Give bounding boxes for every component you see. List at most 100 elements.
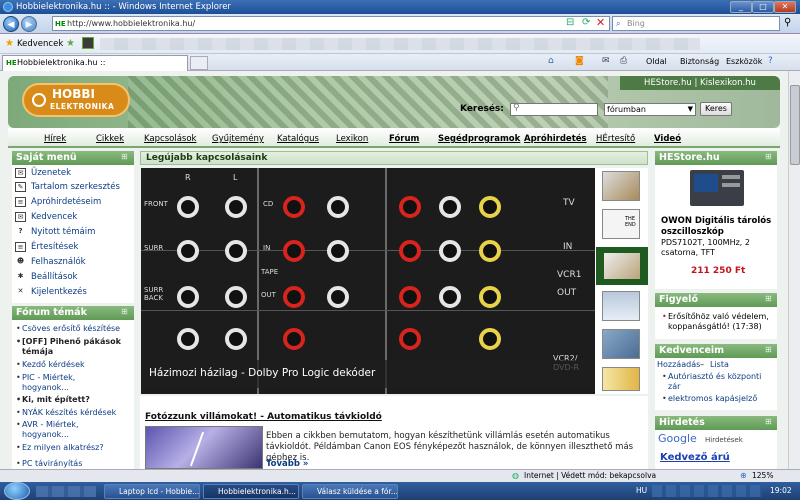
security-zone[interactable]: Internet | Védett mód: bekapcsolva: [524, 470, 656, 482]
favorites-link[interactable]: ✉ Kedvencek: [15, 210, 77, 224]
forum-topic-link[interactable]: Ez milyen alkatrész?: [16, 443, 142, 453]
box-expand-icon[interactable]: ⊞: [121, 152, 128, 161]
start-button[interactable]: [4, 482, 30, 500]
box-expand-icon[interactable]: ⊞: [765, 294, 772, 303]
forward-button[interactable]: ▶: [21, 16, 37, 32]
add-favorite-link[interactable]: Hozzáadás: [657, 360, 700, 369]
settings-link[interactable]: ✱ Beállítások: [15, 270, 77, 284]
article-image[interactable]: [145, 426, 263, 469]
logout-x-icon: ✕: [15, 287, 26, 297]
forum-topic-link[interactable]: Kezdő kérdések: [16, 360, 142, 370]
menu-lexikon[interactable]: Lexikon: [336, 134, 368, 144]
forum-topic-link[interactable]: AVR - Miértek, hogyanok...: [16, 420, 122, 440]
box-expand-icon[interactable]: ⊞: [121, 307, 128, 316]
site-search-input[interactable]: ⚲: [510, 103, 598, 116]
tab-active[interactable]: HE Hobbielektronika.hu ::: [2, 55, 188, 71]
site-logo[interactable]: HOBBI ELEKTRONIKA: [22, 83, 130, 117]
oscilloscope-product-image[interactable]: [690, 170, 744, 206]
forum-topic-link[interactable]: [OFF] Pihenő pákások témája: [16, 337, 142, 357]
new-tab-button[interactable]: [190, 56, 208, 70]
menu-kapcsolasok[interactable]: Kapcsolások: [144, 134, 196, 144]
forum-topic-link[interactable]: Ki, mit épített?: [16, 395, 142, 405]
thumbnail-1[interactable]: [602, 171, 640, 201]
slideshow-image[interactable]: R L FRONT SURR SURR BACK CD IN TAPE OUT …: [141, 168, 595, 394]
favorites-button[interactable]: Kedvencek: [17, 39, 63, 49]
maximize-button[interactable]: □: [752, 1, 774, 13]
forum-topic-link[interactable]: PC távirányítás: [16, 459, 142, 469]
menu-segedprogramok[interactable]: Segédprogramok: [438, 134, 520, 144]
favorites-list-link[interactable]: Lista: [710, 360, 729, 369]
favorites-star-icon[interactable]: ★: [5, 38, 14, 49]
ad-headline-link[interactable]: Kedvező árú: [660, 452, 730, 463]
open-topics-link[interactable]: ? Nyitott témáim: [15, 225, 95, 239]
tools-menu[interactable]: Eszközök: [726, 57, 762, 66]
close-button[interactable]: ✕: [774, 1, 796, 13]
stop-icon[interactable]: ✕: [596, 16, 605, 29]
thumbnail-5[interactable]: [602, 329, 640, 359]
favorite-item-link[interactable]: elektromos kapásjelző: [668, 394, 776, 403]
site-search-button[interactable]: Keres: [700, 102, 732, 116]
menu-hirek[interactable]: Hírek: [44, 134, 66, 144]
print-icon[interactable]: ⎙: [620, 56, 627, 66]
menu-aprohirdetes[interactable]: Apróhirdetés: [524, 134, 587, 144]
forum-topic-link[interactable]: Csöves erősítő készítése: [16, 324, 142, 334]
forum-topic-link[interactable]: NYÁK készítés kérdések: [16, 408, 142, 418]
scrollbar-thumb[interactable]: [790, 85, 800, 165]
panel-label: IN: [563, 242, 573, 252]
task-button-active[interactable]: Hobbielektronika.h...: [203, 484, 299, 499]
refresh-icon[interactable]: ⟳: [582, 17, 590, 28]
menu-video[interactable]: Videó: [654, 134, 681, 144]
box-expand-icon[interactable]: ⊞: [765, 345, 772, 354]
search-box[interactable]: ⌕ Bing: [612, 16, 780, 31]
messages-link[interactable]: ✉ Üzenetek: [15, 166, 71, 180]
menu-forum[interactable]: Fórum: [389, 134, 419, 144]
help-icon[interactable]: ?: [768, 56, 773, 66]
content-edit-link[interactable]: ✎ Tartalom szerkesztés: [15, 180, 120, 194]
forum-topic-link[interactable]: PIC - Miértek, hogyanok...: [16, 373, 122, 393]
hestore-link[interactable]: HEStore.hu: [644, 78, 692, 88]
latest-circuits-header: Legújabb kapcsolásaink: [140, 151, 648, 165]
home-icon[interactable]: ⌂: [548, 56, 554, 66]
search-go-icon[interactable]: ⚲: [784, 17, 791, 28]
vertical-scrollbar[interactable]: [788, 71, 800, 469]
add-favorite-icon[interactable]: ★: [66, 38, 75, 49]
slide-caption[interactable]: Házimozi házilag - Dolby Pro Logic dekód…: [149, 367, 375, 379]
thumbnail-active[interactable]: [596, 247, 648, 285]
mail-icon[interactable]: ✉: [602, 56, 610, 66]
article-more-link[interactable]: Tovább »: [266, 459, 308, 469]
my-ads-link[interactable]: ≡ Apróhirdetéseim: [15, 195, 101, 209]
favorite-item-link[interactable]: Autóriasztó és központi zár: [668, 372, 772, 392]
menu-hertesito[interactable]: HÉrtesítő: [596, 134, 635, 144]
kislexikon-link[interactable]: Kislexikon.hu: [700, 78, 756, 88]
thumbnail-2[interactable]: THE END: [602, 209, 640, 239]
box-expand-icon[interactable]: ⊞: [765, 417, 772, 426]
logout-link[interactable]: ✕ Kijelentkezés: [15, 285, 87, 299]
menu-katalogus[interactable]: Katalógus: [277, 134, 319, 144]
task-button[interactable]: Laptop lcd - Hobbie...: [104, 484, 200, 499]
search-scope-select[interactable]: fórumban ▼: [604, 103, 696, 116]
page-menu[interactable]: Oldal: [646, 57, 667, 66]
rss-icon[interactable]: ◙: [575, 56, 584, 66]
suggested-sites-icon[interactable]: [82, 37, 94, 49]
quick-launch[interactable]: [36, 486, 96, 497]
thumbnail-6[interactable]: [602, 367, 640, 391]
back-button[interactable]: ◀: [3, 16, 19, 32]
compat-view-icon[interactable]: ⊟: [566, 17, 574, 28]
box-expand-icon[interactable]: ⊞: [765, 152, 772, 161]
tray-icons[interactable]: [652, 485, 762, 497]
notifications-link[interactable]: ≡ Értesítések: [15, 240, 78, 254]
article-title-link[interactable]: Fotózzunk villámokat! - Automatikus távk…: [145, 412, 382, 422]
menu-cikkek[interactable]: Cikkek: [96, 134, 124, 144]
minimize-button[interactable]: _: [730, 1, 752, 13]
zoom-level[interactable]: 125%: [752, 470, 773, 482]
thumbnail-4[interactable]: [602, 291, 640, 321]
address-bar[interactable]: HE http://www.hobbielektronika.hu/: [52, 16, 610, 31]
users-icon: ☻: [15, 257, 26, 267]
security-menu[interactable]: Biztonság: [680, 57, 719, 66]
task-button[interactable]: Válasz küldése a fór...: [302, 484, 398, 499]
users-link[interactable]: ☻ Felhasználók: [15, 255, 86, 269]
menu-gyujtemeny[interactable]: Gyűjtemény: [212, 134, 264, 144]
watch-item-link[interactable]: Erősítőhöz való védelem, koppanásgátló! …: [668, 312, 776, 332]
product-name-link[interactable]: OWON Digitális tárolós oszcilloszkóp: [661, 216, 773, 238]
language-indicator[interactable]: HU: [636, 486, 647, 495]
